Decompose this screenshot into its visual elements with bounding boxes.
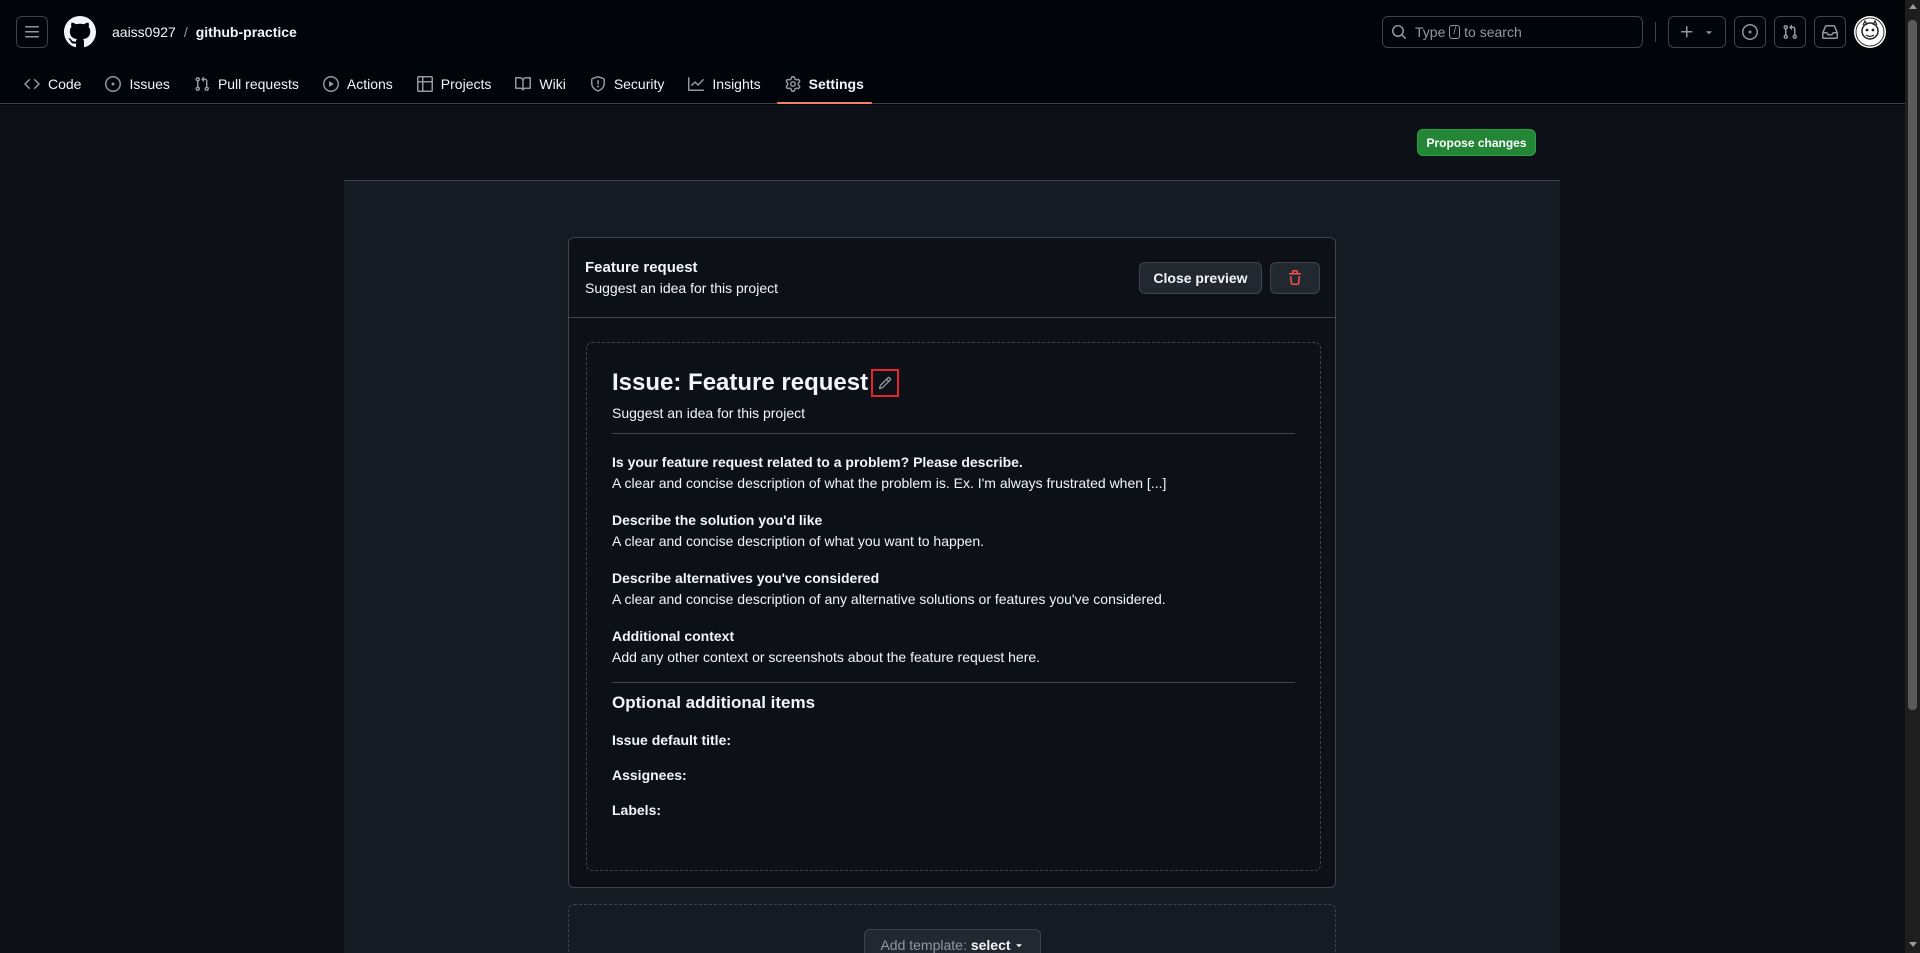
hamburger-icon <box>24 24 40 40</box>
preview-section: Describe the solution you'd like A clear… <box>612 510 1295 552</box>
tab-label: Pull requests <box>217 75 299 92</box>
graph-icon <box>688 76 705 92</box>
scrollbar-thumb[interactable] <box>1908 20 1917 710</box>
scroll-down-icon[interactable] <box>1908 942 1917 947</box>
tab-wiki[interactable]: Wiki <box>507 64 573 103</box>
shield-icon <box>590 75 606 92</box>
preview-about: Suggest an idea for this project <box>612 405 806 421</box>
section-heading: Describe the solution you'd like <box>612 512 823 528</box>
preview-title: Issue: Feature request <box>612 369 869 396</box>
issue-opened-icon <box>1742 24 1758 40</box>
optional-items-heading: Optional additional items <box>612 693 816 712</box>
template-card-header: Feature request Suggest an idea for this… <box>569 238 1335 318</box>
add-template-dropdown[interactable]: Add template: select <box>864 929 1041 953</box>
inbox-icon <box>1822 24 1838 40</box>
tab-projects[interactable]: Projects <box>409 64 500 103</box>
section-body: A clear and concise description of what … <box>612 533 985 549</box>
tab-label: Actions <box>346 75 393 92</box>
tab-settings[interactable]: Settings <box>776 64 873 104</box>
header-divider <box>1655 22 1656 42</box>
delete-template-button[interactable] <box>1270 262 1320 294</box>
tab-label: Projects <box>440 75 492 92</box>
section-heading: Is your feature request related to a pro… <box>612 454 1023 470</box>
table-icon <box>416 75 433 92</box>
divider <box>612 433 1295 434</box>
tab-pull-requests[interactable]: Pull requests <box>186 64 307 103</box>
global-header: aaiss0927 / github-practice Type / to se… <box>0 0 1920 64</box>
close-preview-button[interactable]: Close preview <box>1139 262 1262 294</box>
template-card: Feature request Suggest an idea for this… <box>568 237 1336 888</box>
repo-owner-link[interactable]: aaiss0927 <box>112 24 176 40</box>
tab-label: Wiki <box>539 75 566 92</box>
repo-name-link[interactable]: github-practice <box>196 24 297 40</box>
preview-section: Is your feature request related to a pro… <box>612 452 1295 494</box>
edit-template-button[interactable] <box>871 369 900 397</box>
inbox-button[interactable] <box>1814 16 1846 48</box>
tab-issues[interactable]: Issues <box>97 64 177 103</box>
tab-label: Code <box>48 75 82 92</box>
add-template-area: Add template: select <box>568 904 1336 953</box>
book-icon <box>515 76 532 92</box>
divider <box>612 682 1295 683</box>
search-input[interactable]: Type / to search <box>1382 16 1643 48</box>
section-body: Add any other context or screenshots abo… <box>612 649 1041 665</box>
tab-label: Issues <box>129 75 170 92</box>
search-prefix: Type <box>1415 24 1446 40</box>
preview-section: Additional context Add any other context… <box>612 626 1295 668</box>
pencil-icon <box>878 376 892 390</box>
issues-button[interactable] <box>1734 16 1766 48</box>
code-icon <box>24 76 40 92</box>
pull-requests-button[interactable] <box>1774 16 1806 48</box>
breadcrumb: aaiss0927 / github-practice <box>112 24 297 40</box>
section-body: A clear and concise description of any a… <box>612 591 1166 607</box>
add-template-value: select <box>970 937 1011 953</box>
git-pull-request-icon <box>194 76 210 92</box>
play-icon <box>322 75 339 92</box>
tab-label: Insights <box>712 75 761 92</box>
section-heading: Describe alternatives you've considered <box>612 570 880 586</box>
repo-nav: Code Issues Pull requests Actions Projec… <box>0 64 1920 104</box>
template-preview: Issue: Feature request Suggest an idea f… <box>586 342 1321 871</box>
create-new-button[interactable] <box>1668 16 1726 48</box>
git-pull-request-icon <box>1782 24 1798 40</box>
triangle-down-icon <box>1703 26 1715 38</box>
tab-security[interactable]: Security <box>582 64 673 103</box>
search-shortcut-key: / <box>1449 25 1461 39</box>
gear-icon <box>785 75 801 92</box>
default-title-label: Issue default title: <box>612 732 732 748</box>
search-suffix: to search <box>1464 24 1522 40</box>
user-avatar[interactable] <box>1854 16 1886 48</box>
assignees-label: Assignees: <box>612 767 687 783</box>
section-heading: Additional context <box>612 628 735 644</box>
triangle-down-icon <box>1013 939 1025 951</box>
preview-section: Describe alternatives you've considered … <box>612 568 1295 610</box>
issue-opened-icon <box>105 75 122 92</box>
propose-changes-button[interactable]: Propose changes <box>1417 129 1536 156</box>
menu-button[interactable] <box>16 16 48 48</box>
header-actions: Type / to search <box>1382 16 1886 48</box>
trash-icon <box>1287 270 1303 286</box>
search-icon <box>1391 24 1407 40</box>
section-body: A clear and concise description of what … <box>612 475 1167 491</box>
add-template-label: Add template: <box>880 937 967 953</box>
labels-label: Labels: <box>612 802 662 818</box>
tab-label: Settings <box>808 75 864 92</box>
tab-actions[interactable]: Actions <box>315 64 401 103</box>
plus-icon <box>1679 24 1695 40</box>
github-logo-icon[interactable] <box>64 16 96 48</box>
preview-title-row: Issue: Feature request <box>612 369 1295 397</box>
scroll-up-icon[interactable] <box>1908 4 1917 9</box>
tab-code[interactable]: Code <box>16 64 89 103</box>
tab-insights[interactable]: Insights <box>680 64 768 103</box>
search-placeholder: Type / to search <box>1415 24 1522 40</box>
tab-label: Security <box>613 75 665 92</box>
breadcrumb-separator: / <box>183 24 188 40</box>
